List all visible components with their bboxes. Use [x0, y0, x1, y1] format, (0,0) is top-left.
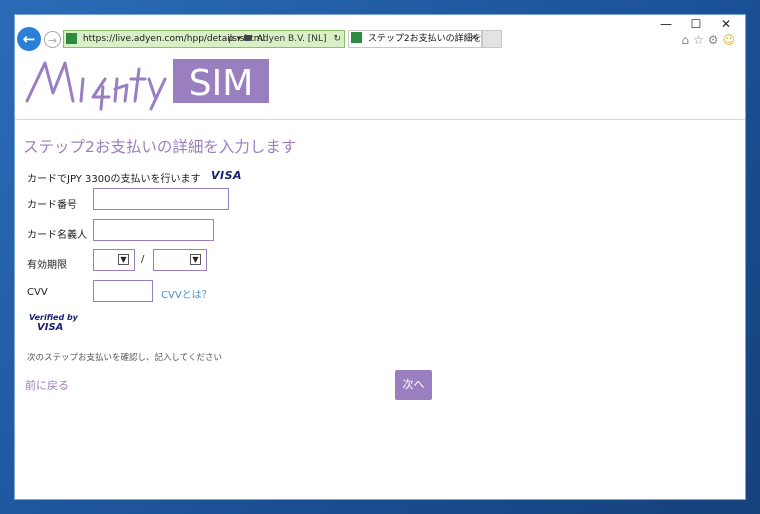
card-number-label: カード番号	[27, 200, 77, 211]
gear-icon[interactable]: ⚙	[708, 33, 723, 47]
browser-toolbar-right: ⌂☆⚙☺	[681, 33, 739, 47]
expiry-label: 有効期限	[27, 260, 67, 271]
instruction-note: 次のステップお支払いを確認し、記入してください	[27, 353, 222, 363]
back-link[interactable]: 前に戻る	[25, 377, 69, 393]
home-icon[interactable]: ⌂	[681, 33, 693, 47]
tab-close-icon[interactable]: ✕	[470, 31, 478, 47]
expiry-separator: /	[141, 254, 145, 265]
address-bar[interactable]: https://live.adyen.com/hpp/details.shtml…	[63, 30, 345, 48]
refresh-icon[interactable]: ↻	[333, 34, 341, 44]
page-content: SIM ステップ2お支払いの詳細を入力します カードでJPY 3300の支払いを…	[15, 57, 745, 499]
certificate-label[interactable]: Adyen B.V. [NL]	[257, 34, 327, 44]
header-divider	[15, 119, 745, 120]
lock-icon	[244, 34, 252, 41]
smiley-icon[interactable]: ☺	[722, 33, 739, 47]
cvv-help-link[interactable]: CVVとは？	[161, 286, 212, 301]
new-tab-button[interactable]	[482, 30, 502, 48]
browser-window: — ☐ ✕ ← → https://live.adyen.com/hpp/det…	[14, 14, 746, 500]
expiry-month-select[interactable]: ▼	[93, 249, 135, 271]
cvv-field[interactable]	[93, 280, 153, 302]
star-icon[interactable]: ☆	[693, 33, 708, 47]
expiry-year-select[interactable]: ▼	[153, 249, 207, 271]
tab-title: ステップ2お支払いの詳細を入...	[367, 34, 482, 44]
verified-by-text: Verified by	[29, 313, 78, 322]
logo-sim-text: SIM	[189, 63, 254, 104]
chevron-down-icon: ▼	[118, 254, 129, 265]
forward-arrow-icon[interactable]: →	[44, 31, 61, 48]
close-button[interactable]: ✕	[711, 17, 741, 31]
payment-amount-text: カードでJPY 3300の支払いを行います	[27, 174, 201, 185]
minimize-button[interactable]: —	[651, 17, 681, 31]
verified-visa-text: VISA	[37, 322, 64, 333]
address-tools: ρ ▾ Adyen B.V. [NL] ↻	[228, 31, 341, 47]
back-arrow-icon[interactable]: ←	[17, 27, 41, 51]
chevron-down-icon: ▼	[190, 254, 201, 265]
page-title: ステップ2お支払いの詳細を入力します	[23, 138, 297, 156]
tab-favicon-icon	[351, 32, 362, 43]
cardholder-name-field[interactable]	[93, 219, 214, 241]
visa-logo: VISA	[211, 169, 243, 182]
next-button[interactable]: 次へ	[395, 370, 432, 400]
maximize-button[interactable]: ☐	[681, 17, 711, 31]
cardholder-label: カード名義人	[27, 230, 87, 241]
verified-by-visa-logo: Verified by VISA	[29, 313, 78, 335]
navigation-bar: ← → https://live.adyen.com/hpp/details.s…	[15, 27, 745, 55]
cvv-label: CVV	[27, 287, 48, 298]
card-number-field[interactable]	[93, 188, 229, 210]
browser-tab[interactable]: ステップ2お支払いの詳細を入... ✕	[348, 30, 482, 48]
site-favicon-icon	[66, 32, 77, 44]
search-dropdown-icon[interactable]: ρ ▾	[228, 34, 241, 44]
mighty-sim-logo: SIM	[25, 59, 269, 111]
